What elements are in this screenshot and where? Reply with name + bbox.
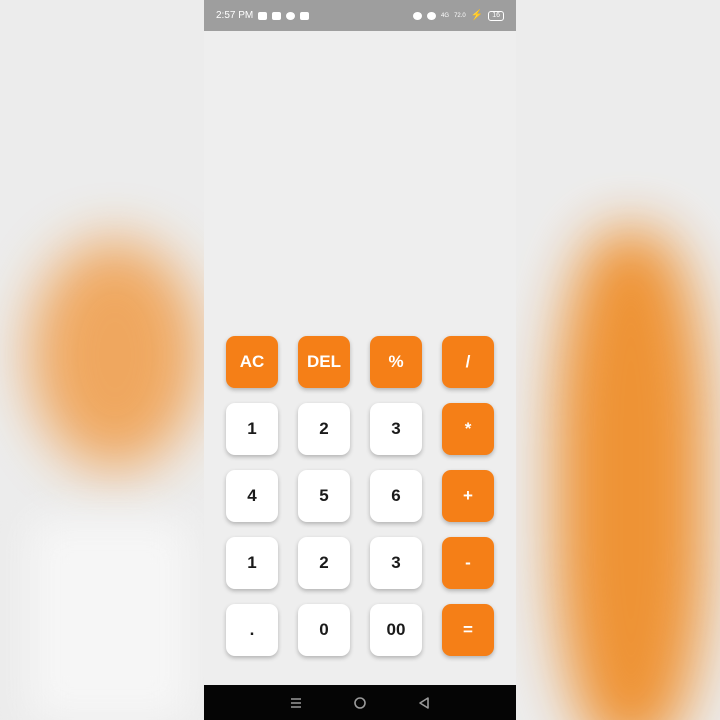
status-time: 2:57 PM [216,10,254,21]
keypad: AC DEL%/1 2 3 * 4 5 6 +1 2 3-. 0 00 = [226,336,494,656]
digit-0-button[interactable]: 0 [298,604,350,656]
youtube-icon [300,11,310,20]
home-icon[interactable] [348,691,372,715]
blurred-background-right [516,0,720,720]
digit-3-button[interactable]: 3 [370,537,422,589]
wifi-icon [427,11,437,20]
divide-button[interactable]: / [442,336,494,388]
digit-5-button[interactable]: 5 [298,470,350,522]
digit-2-button[interactable]: 2 [298,537,350,589]
digit-2-button[interactable]: 2 [298,403,350,455]
decimal-button[interactable]: . [226,604,278,656]
recents-icon[interactable] [284,691,308,715]
navigation-bar [204,685,516,720]
blurred-background-left [0,0,204,720]
digit-3-button[interactable]: 3 [370,403,422,455]
calculator-display [204,31,516,331]
alarm-icon [413,11,423,20]
charging-icon: ⚡ [470,10,484,21]
digit-6-button[interactable]: 6 [370,470,422,522]
all-clear-button[interactable]: AC [226,336,278,388]
digit-1-button[interactable]: 1 [226,403,278,455]
equals-button[interactable]: = [442,604,494,656]
double-zero-button[interactable]: 00 [370,604,422,656]
network-speed-label: 72.0 [454,12,466,19]
digit-4-button[interactable]: 4 [226,470,278,522]
delete-button[interactable]: DEL [298,336,350,388]
minus-button[interactable]: - [442,537,494,589]
plus-button[interactable]: + [442,470,494,522]
phone-screen: 2:57 PM 4G 72.0 ⚡ 16 AC DEL%/1 2 3 * 4 5 6 +1 2 3-… [204,0,516,720]
network-type-label: 4G [441,12,450,19]
digit-1-button[interactable]: 1 [226,537,278,589]
linkedin-icon [272,11,282,20]
messenger-icon [286,11,296,20]
multiply-button[interactable]: * [442,403,494,455]
percent-button[interactable]: % [370,336,422,388]
status-bar: 2:57 PM 4G 72.0 ⚡ 16 [204,0,516,31]
battery-level: 16 [488,10,504,21]
video-call-icon [258,11,268,20]
back-icon[interactable] [412,691,436,715]
